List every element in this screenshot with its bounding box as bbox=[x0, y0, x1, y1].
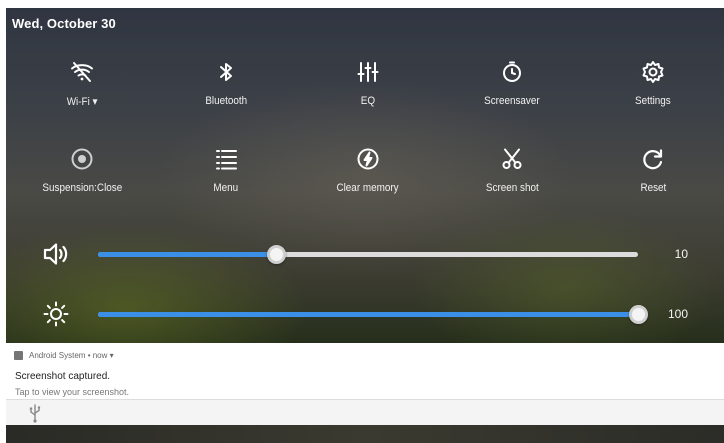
tile-clear-memory[interactable]: Clear memory bbox=[313, 145, 423, 205]
tile-settings[interactable]: Settings bbox=[598, 58, 708, 118]
tile-label: EQ bbox=[360, 95, 376, 107]
sun-icon bbox=[42, 301, 70, 327]
android-system-icon bbox=[14, 351, 23, 360]
timer-icon bbox=[498, 58, 526, 86]
brightness-value: 100 bbox=[667, 307, 688, 321]
notification-header: Android System • now ▾ bbox=[14, 351, 114, 360]
tile-label: Bluetooth bbox=[205, 95, 247, 107]
volume-value: 10 bbox=[674, 247, 688, 261]
status-icon-row bbox=[6, 400, 724, 425]
notification-title: Screenshot captured. bbox=[15, 371, 111, 382]
screenshot-notification[interactable]: Android System • now ▾ Screenshot captur… bbox=[6, 343, 724, 400]
brightness-track-fill bbox=[98, 312, 638, 317]
tile-label: Settings bbox=[635, 95, 671, 107]
tile-wifi[interactable]: Wi-Fi ▾ bbox=[27, 58, 137, 118]
tile-reset[interactable]: Reset bbox=[598, 145, 708, 205]
tile-suspension[interactable]: Suspension:Close bbox=[27, 145, 137, 205]
scissors-icon bbox=[498, 145, 526, 173]
usb-icon bbox=[28, 403, 42, 423]
equalizer-icon bbox=[354, 58, 382, 86]
brightness-thumb[interactable] bbox=[628, 305, 648, 324]
status-date: Wed, October 30 bbox=[12, 16, 116, 31]
bluetooth-icon bbox=[212, 58, 240, 86]
tile-label: Wi-Fi ▾ bbox=[66, 96, 98, 108]
refresh-icon bbox=[639, 145, 667, 173]
tile-label: Suspension:Close bbox=[42, 182, 122, 194]
tile-label: Menu bbox=[213, 182, 239, 194]
volume-track-fill bbox=[98, 252, 276, 257]
gear-icon bbox=[639, 58, 667, 86]
notification-text: Tap to view your screenshot. bbox=[15, 387, 130, 397]
notification-app-name: Android System • now ▾ bbox=[29, 351, 114, 360]
tile-bluetooth[interactable]: Bluetooth bbox=[171, 58, 281, 118]
tile-screensaver[interactable]: Screensaver bbox=[457, 58, 567, 118]
bolt-circle-icon bbox=[354, 145, 382, 173]
volume-slider-row: 10 bbox=[6, 239, 724, 269]
background-strip bbox=[6, 425, 724, 443]
volume-thumb[interactable] bbox=[266, 245, 286, 264]
tile-screenshot[interactable]: Screen shot bbox=[457, 145, 567, 205]
tile-label: Screen shot bbox=[485, 182, 539, 194]
wifi-off-icon bbox=[68, 58, 96, 86]
menu-list-icon bbox=[212, 145, 240, 173]
tile-label: Screensaver bbox=[484, 95, 540, 107]
tile-label: Reset bbox=[640, 182, 666, 194]
quick-settings-panel: Wed, October 30 Wi-Fi ▾ Bluetooth EQ Scr… bbox=[6, 8, 724, 343]
tile-label: Clear memory bbox=[336, 182, 400, 194]
tile-menu[interactable]: Menu bbox=[171, 145, 281, 205]
radio-target-icon bbox=[68, 145, 96, 173]
tile-eq[interactable]: EQ bbox=[313, 58, 423, 118]
speaker-icon bbox=[42, 241, 70, 267]
brightness-slider-row: 100 bbox=[6, 299, 724, 329]
